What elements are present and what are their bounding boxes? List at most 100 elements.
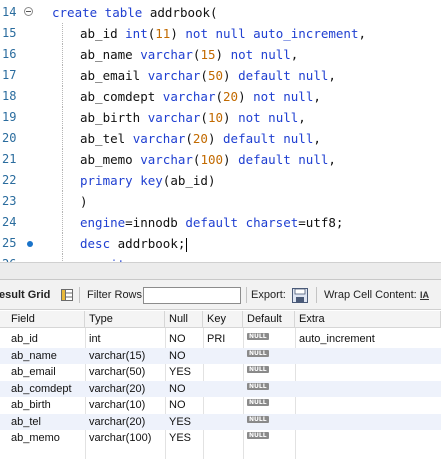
cell-extra[interactable]: auto_increment xyxy=(295,331,441,347)
cell-field[interactable]: ab_tel xyxy=(7,414,85,430)
line-number: 17 xyxy=(2,68,17,82)
table-row[interactable]: ab_comdept varchar(20) NO NULL xyxy=(0,380,441,397)
cell-null[interactable]: YES xyxy=(165,430,203,446)
cell-key[interactable]: PRI xyxy=(203,331,243,347)
code-line[interactable]: 15 ab_id int(11) not null auto_increment, xyxy=(0,23,441,44)
code-line[interactable]: 18 ab_comdept varchar(20) not null, xyxy=(0,86,441,107)
cell-extra[interactable] xyxy=(295,414,441,430)
cell-field[interactable]: ab_email xyxy=(7,364,85,380)
cell-default[interactable]: NULL xyxy=(243,414,295,430)
code-line[interactable]: 24 engine=innodb default charset=utf8; xyxy=(0,212,441,233)
cell-extra[interactable] xyxy=(295,397,441,413)
code-text: create table addrbook( xyxy=(52,2,218,23)
cell-type[interactable]: varchar(20) xyxy=(85,381,165,397)
code-token: , xyxy=(313,89,321,104)
table-row[interactable]: ab_email varchar(50) YES NULL xyxy=(0,364,441,381)
cell-null[interactable]: NO xyxy=(165,331,203,347)
table-row[interactable]: ab_birth varchar(10) NO NULL xyxy=(0,397,441,414)
code-text: commit; xyxy=(80,254,133,262)
column-header-default[interactable]: Default xyxy=(243,311,295,328)
code-token: ( xyxy=(200,110,208,125)
code-line[interactable]: 20 ab_tel varchar(20) default null, xyxy=(0,128,441,149)
cell-default[interactable]: NULL xyxy=(243,348,295,364)
cell-default[interactable]: NULL xyxy=(243,331,295,347)
table-row[interactable]: ab_tel varchar(20) YES NULL xyxy=(0,413,441,430)
code-line[interactable]: 19 ab_birth varchar(10) not null, xyxy=(0,107,441,128)
result-grid-tab-label[interactable]: esult Grid xyxy=(0,280,50,310)
cell-field[interactable]: ab_birth xyxy=(7,397,85,413)
cell-field[interactable]: ab_comdept xyxy=(7,381,85,397)
cell-null[interactable]: NO xyxy=(165,348,203,364)
cell-type[interactable]: varchar(50) xyxy=(85,364,165,380)
cell-key[interactable] xyxy=(203,348,243,364)
cell-extra[interactable] xyxy=(295,430,441,446)
column-header-field[interactable]: Field xyxy=(7,311,85,328)
line-number: 16 xyxy=(2,47,17,61)
table-row[interactable]: ab_id int NO PRI NULL auto_increment xyxy=(0,331,441,348)
code-token: default null xyxy=(238,152,329,167)
cell-field[interactable]: ab_name xyxy=(7,348,85,364)
code-token: , xyxy=(358,26,367,41)
code-line[interactable]: 16 ab_name varchar(15) not null, xyxy=(0,44,441,65)
cell-null[interactable]: NO xyxy=(165,381,203,397)
cell-default[interactable]: NULL xyxy=(243,430,295,446)
cell-null[interactable]: YES xyxy=(165,364,203,380)
panel-splitter[interactable] xyxy=(0,262,441,280)
code-token: ab_email xyxy=(80,68,148,83)
cell-field[interactable]: ab_memo xyxy=(7,430,85,446)
null-badge: NULL xyxy=(247,349,269,357)
export-label: Export: xyxy=(251,289,286,301)
cell-key[interactable] xyxy=(203,414,243,430)
wrap-cell-content-icon[interactable]: IA xyxy=(420,289,434,302)
code-token: default charset xyxy=(185,215,299,230)
column-header-extra[interactable]: Extra xyxy=(295,311,441,328)
code-line[interactable]: 21 ab_memo varchar(100) default null, xyxy=(0,149,441,170)
cell-type[interactable]: varchar(20) xyxy=(85,414,165,430)
column-header-null[interactable]: Null xyxy=(165,311,203,328)
cell-type[interactable]: int xyxy=(85,331,165,347)
code-line[interactable]: 14 create table addrbook( xyxy=(0,2,441,23)
gutter-marker xyxy=(24,170,36,191)
code-token: not null xyxy=(253,89,314,104)
code-line[interactable]: 26 commit; xyxy=(0,254,441,262)
code-token: ( xyxy=(185,131,193,146)
code-line[interactable]: 23) xyxy=(0,191,441,212)
cell-null[interactable]: NO xyxy=(165,397,203,413)
code-line[interactable]: 22 primary key(ab_id) xyxy=(0,170,441,191)
code-token: default null xyxy=(223,131,314,146)
cell-field[interactable]: ab_id xyxy=(7,331,85,347)
cell-default[interactable]: NULL xyxy=(243,397,295,413)
filter-rows-input[interactable] xyxy=(143,287,241,304)
null-badge: NULL xyxy=(247,415,269,423)
column-header-type[interactable]: Type xyxy=(85,311,165,328)
fold-toggle-icon[interactable] xyxy=(24,2,36,23)
cell-type[interactable]: varchar(100) xyxy=(85,430,165,446)
code-text: ab_name varchar(15) not null, xyxy=(80,44,298,65)
code-line[interactable]: 25 desc addrbook; xyxy=(0,233,441,254)
sql-editor[interactable]: 14 create table addrbook(15 ab_id int(11) … xyxy=(0,0,441,262)
cell-extra[interactable] xyxy=(295,364,441,380)
code-text: primary key(ab_id) xyxy=(80,170,215,191)
cell-key[interactable] xyxy=(203,364,243,380)
cell-type[interactable]: varchar(10) xyxy=(85,397,165,413)
cell-key[interactable] xyxy=(203,381,243,397)
cell-default[interactable]: NULL xyxy=(243,381,295,397)
code-token: , xyxy=(298,110,306,125)
grid-view-icon[interactable] xyxy=(61,289,73,301)
cell-extra[interactable] xyxy=(295,381,441,397)
line-number: 15 xyxy=(2,26,17,40)
cell-type[interactable]: varchar(15) xyxy=(85,348,165,364)
table-row[interactable]: ab_name varchar(15) NO NULL xyxy=(0,347,441,364)
cell-null[interactable]: YES xyxy=(165,414,203,430)
code-token: engine xyxy=(80,215,126,230)
cell-key[interactable] xyxy=(203,430,243,446)
code-token: 20 xyxy=(192,131,208,146)
code-line[interactable]: 17 ab_email varchar(50) default null, xyxy=(0,65,441,86)
cell-key[interactable] xyxy=(203,397,243,413)
cell-extra[interactable] xyxy=(295,348,441,364)
gutter-marker xyxy=(24,86,36,107)
column-header-key[interactable]: Key xyxy=(203,311,243,328)
cell-default[interactable]: NULL xyxy=(243,364,295,380)
export-icon[interactable] xyxy=(292,288,308,303)
table-row[interactable]: ab_memo varchar(100) YES NULL xyxy=(0,430,441,447)
